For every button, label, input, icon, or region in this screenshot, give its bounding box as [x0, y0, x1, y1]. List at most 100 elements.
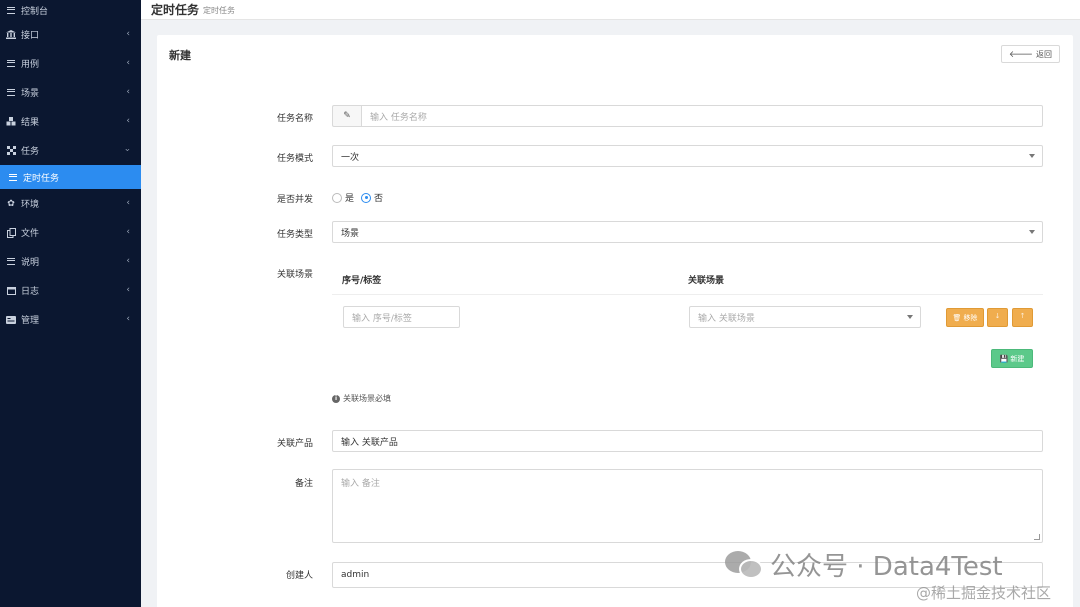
- sidebar-item-label: 说明: [21, 258, 40, 268]
- creator-value: admin: [341, 570, 370, 580]
- gear-icon: ✿: [7, 198, 15, 209]
- content-header: 定时任务 定时任务: [141, 0, 1080, 20]
- remark-textarea[interactable]: 输入 备注: [332, 469, 1043, 543]
- task-type-label: 任务类型: [276, 230, 313, 240]
- related-product-label: 关联产品: [276, 439, 313, 449]
- bars-icon: [8, 172, 18, 182]
- task-mode-select[interactable]: 一次: [332, 145, 1043, 167]
- related-product-input[interactable]: 输入 关联产品: [332, 430, 1043, 452]
- related-product-placeholder: 输入 关联产品: [341, 437, 398, 448]
- sidebar-item-label: 接口: [21, 31, 40, 41]
- back-button[interactable]: 🡐 返回: [1000, 45, 1060, 63]
- chevron-left-icon: ‹: [126, 87, 130, 97]
- creator-label: 创建人: [285, 571, 313, 581]
- sidebar-item-interface[interactable]: 接口 ‹: [0, 20, 141, 49]
- watermark-secondary: @稀土掘金技术社区: [916, 584, 1052, 602]
- sidebar-item-console[interactable]: 控制台: [0, 0, 141, 20]
- watermark-main-text: 公众号 · Data4Test: [770, 552, 1003, 582]
- arrow-down-icon: 🡓: [995, 312, 1000, 320]
- task-type-value: 场景: [341, 228, 360, 239]
- task-name-label: 任务名称: [276, 114, 313, 124]
- bars-icon: [6, 257, 16, 267]
- arrow-up-icon: 🡑: [1020, 312, 1025, 320]
- resize-handle-icon[interactable]: [1034, 534, 1040, 540]
- save-icon: 💾: [999, 354, 1009, 363]
- page-title: 定时任务: [151, 3, 200, 17]
- sidebar-item-label: 控制台: [21, 6, 49, 17]
- concurrent-no-radio[interactable]: 否: [361, 191, 383, 204]
- task-name-input[interactable]: 输入 任务名称: [361, 105, 1043, 127]
- add-scene-button[interactable]: 💾 新建: [991, 349, 1033, 368]
- sidebar-item-tasks[interactable]: 任务 ‹: [0, 136, 141, 165]
- sidebar-item-label: 文件: [21, 229, 40, 239]
- task-type-select[interactable]: 场景: [332, 221, 1043, 243]
- sidebar-item-environment[interactable]: ✿ 环境 ‹: [0, 189, 141, 218]
- column-header-seq: 序号/标签: [342, 276, 382, 286]
- task-name-placeholder: 输入 任务名称: [370, 112, 427, 123]
- bars-icon: [6, 5, 16, 15]
- copy-icon: [6, 227, 16, 238]
- watermark-main: 公众号 · Data4Test: [725, 546, 1003, 583]
- task-mode-label: 任务模式: [276, 154, 313, 164]
- column-header-scene: 关联场景: [688, 276, 725, 286]
- scene-help-text: i 关联场景必填: [332, 393, 391, 404]
- remark-placeholder: 输入 备注: [341, 479, 380, 489]
- sidebar-item-label: 环境: [21, 200, 40, 210]
- card-icon: [6, 315, 16, 325]
- info-icon: i: [332, 394, 340, 403]
- chevron-left-icon: ‹: [126, 198, 130, 208]
- task-mode-value: 一次: [341, 152, 360, 163]
- sidebar-item-files[interactable]: 文件 ‹: [0, 218, 141, 247]
- sidebar-item-scenes[interactable]: 场景 ‹: [0, 78, 141, 107]
- arrow-left-icon: 🡐: [1008, 49, 1033, 60]
- bank-icon: [6, 30, 16, 40]
- sidebar-item-docs[interactable]: 说明 ‹: [0, 247, 141, 276]
- sidebar: 控制台 接口 ‹ 用例 ‹ 场景 ‹ 结果 ‹ 任务 ‹ 定时任务 ✿ 环境 ‹…: [0, 0, 141, 607]
- sidebar-item-scheduled-tasks[interactable]: 定时任务: [0, 165, 141, 189]
- chevron-left-icon: ‹: [126, 285, 130, 295]
- panel-title: 新建: [169, 49, 191, 62]
- move-down-button[interactable]: 🡓: [987, 308, 1008, 327]
- caret-down-icon: [907, 315, 913, 319]
- back-button-label: 返回: [1036, 49, 1052, 59]
- sidebar-item-results[interactable]: 结果 ‹: [0, 107, 141, 136]
- sidebar-item-label: 结果: [21, 118, 40, 128]
- tasks-icon: [6, 146, 16, 156]
- chevron-down-icon: ‹: [123, 148, 134, 152]
- seq-tag-input[interactable]: 输入 序号/标签: [343, 306, 460, 328]
- chevron-left-icon: ‹: [126, 227, 130, 237]
- radio-circle-selected: [361, 192, 372, 203]
- scene-select[interactable]: 输入 关联场景: [689, 306, 921, 328]
- remove-button[interactable]: 🗑 移除: [946, 308, 984, 327]
- scene-table-header: 序号/标签 关联场景: [332, 260, 1043, 295]
- sidebar-item-label: 任务: [21, 147, 40, 157]
- sidebar-item-label: 日志: [21, 287, 40, 297]
- remark-label: 备注: [294, 479, 313, 489]
- sidebar-item-cases[interactable]: 用例 ‹: [0, 49, 141, 78]
- sidebar-item-label: 用例: [21, 60, 40, 70]
- cubes-icon: [6, 117, 16, 127]
- scene-select-placeholder: 输入 关联场景: [698, 313, 755, 324]
- trash-icon: 🗑: [952, 313, 962, 322]
- concurrent-yes-radio[interactable]: 是: [332, 191, 354, 204]
- radio-circle: [332, 192, 342, 203]
- pencil-icon: ✎: [332, 105, 361, 127]
- seq-tag-placeholder: 输入 序号/标签: [352, 313, 412, 324]
- wechat-logo-icon: [725, 549, 765, 581]
- sidebar-item-admin[interactable]: 管理 ‹: [0, 305, 141, 334]
- bars-icon: [6, 59, 16, 69]
- caret-down-icon: [1029, 154, 1035, 158]
- concurrent-no-label: 否: [374, 194, 384, 204]
- sidebar-item-label: 定时任务: [23, 173, 60, 184]
- chevron-left-icon: ‹: [126, 116, 130, 126]
- form-panel: 新建 🡐 返回 任务名称 ✎ 输入 任务名称 任务模式 一次 是否并发 是 否 …: [157, 35, 1073, 607]
- concurrent-yes-label: 是: [345, 194, 355, 204]
- sidebar-item-label: 管理: [21, 316, 40, 326]
- sidebar-item-logs[interactable]: 日志 ‹: [0, 276, 141, 305]
- move-up-button[interactable]: 🡑: [1012, 308, 1033, 327]
- chevron-left-icon: ‹: [126, 256, 130, 266]
- remove-button-label: 移除: [963, 313, 978, 322]
- chevron-left-icon: ‹: [126, 314, 130, 324]
- page-subtitle: 定时任务: [203, 6, 236, 15]
- concurrent-label: 是否并发: [276, 195, 313, 205]
